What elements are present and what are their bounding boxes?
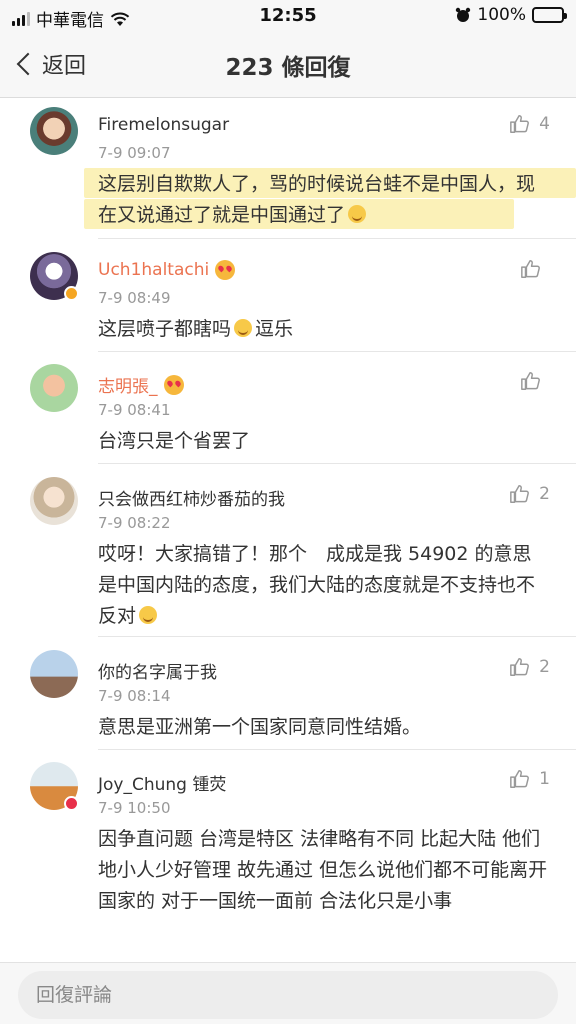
comment-text: 这层别自欺欺人了，骂的时候说台蛙不是中国人，现在又说通过了就是中国通过了 xyxy=(98,173,536,226)
comment-username[interactable]: 你的名字属于我 xyxy=(98,658,217,683)
divider xyxy=(98,749,576,750)
status-right: 100% xyxy=(455,5,567,25)
like-button[interactable] xyxy=(520,370,550,392)
thumbs-up-icon xyxy=(510,115,530,133)
thumbs-up-icon xyxy=(510,485,530,503)
comment-item: Uch1haltachi 7-9 08:49 这层喷子都瞎吗 逗乐 xyxy=(0,252,576,352)
comment-item: 志明張_ 7-9 08:41 台湾只是个省罢了 xyxy=(0,364,576,464)
comment-username[interactable]: Uch1haltachi xyxy=(98,260,236,280)
like-button[interactable]: 2 xyxy=(509,483,550,505)
thumbs-up-icon xyxy=(510,658,530,676)
comment-text: 台湾只是个省罢了 xyxy=(98,430,251,452)
divider xyxy=(98,463,576,464)
smirk-emoji-icon xyxy=(348,205,367,223)
comment-timestamp: 7-9 08:49 xyxy=(98,289,171,307)
alarm-icon xyxy=(456,7,471,22)
comment-item: Firemelonsugar 7-9 09:07 4 这层别自欺欺人了，骂的时候… xyxy=(0,107,576,239)
nav-bar: 返回 223 條回復 xyxy=(0,32,576,98)
comment-text: 意思是亚洲第一个国家同意同性结婚。 xyxy=(98,716,422,738)
avatar[interactable] xyxy=(30,107,78,155)
comment-item: 你的名字属于我 7-9 08:14 2 意思是亚洲第一个国家同意同性结婚。 xyxy=(0,650,576,750)
comment-username[interactable]: Firemelonsugar xyxy=(98,115,229,135)
like-button[interactable]: 1 xyxy=(509,768,550,790)
comment-text: 这层喷子都瞎吗 逗乐 xyxy=(98,318,294,340)
comment-text: 因争直问题 台湾是特区 法律略有不同 比起大陆 他们地小人少好管理 故先通过 但… xyxy=(98,828,548,912)
like-button[interactable]: 4 xyxy=(509,113,550,135)
divider xyxy=(98,351,576,352)
avatar[interactable] xyxy=(30,650,78,698)
avatar[interactable] xyxy=(30,364,78,412)
divider xyxy=(98,636,576,637)
comment-timestamp: 7-9 08:22 xyxy=(98,514,171,532)
battery-percent: 100% xyxy=(477,5,526,25)
heart-eyes-icon xyxy=(215,260,236,280)
verified-badge-icon xyxy=(64,286,79,301)
divider xyxy=(98,238,576,239)
thumbs-up-icon xyxy=(521,372,540,390)
battery-icon xyxy=(532,7,567,23)
like-count: 1 xyxy=(539,769,550,789)
comment-username[interactable]: Joy_Chung 锺荧 xyxy=(98,770,226,795)
comment-item: 只会做西红柿炒番茄的我 7-9 08:22 2 哎呀！大家搞错了！那个 成成是我… xyxy=(0,477,576,637)
laughing-emoji-icon xyxy=(139,606,158,624)
page-title: 223 條回復 xyxy=(225,55,351,81)
avatar[interactable] xyxy=(30,477,78,525)
comment-item: Joy_Chung 锺荧 7-9 10:50 1 因争直问题 台湾是特区 法律略… xyxy=(0,762,576,962)
comment-timestamp: 7-9 08:41 xyxy=(98,401,171,419)
verified-badge-icon xyxy=(64,796,79,811)
comment-text: 哎呀！大家搞错了！那个 成成是我 54902 的意思是中国内陆的态度，我们大陆的… xyxy=(98,543,536,627)
reply-input[interactable] xyxy=(18,971,558,1019)
like-count: 4 xyxy=(539,114,550,134)
like-button[interactable]: 2 xyxy=(509,656,550,678)
grin-emoji-icon xyxy=(234,319,253,337)
reply-bar xyxy=(0,962,576,1024)
comment-username[interactable]: 志明張_ xyxy=(98,372,184,397)
comment-timestamp: 7-9 08:14 xyxy=(98,687,171,705)
status-bar: 中華電信 12:55 100% xyxy=(0,0,576,32)
like-count: 2 xyxy=(539,484,550,504)
comment-username[interactable]: 只会做西红柿炒番茄的我 xyxy=(98,485,285,510)
thumbs-up-icon xyxy=(521,260,540,278)
like-button[interactable] xyxy=(520,258,550,280)
like-count: 2 xyxy=(539,657,550,677)
thumbs-up-icon xyxy=(510,770,530,788)
comment-timestamp: 7-9 10:50 xyxy=(98,799,171,817)
heart-eyes-icon xyxy=(163,374,184,395)
comment-timestamp: 7-9 09:07 xyxy=(98,144,171,162)
